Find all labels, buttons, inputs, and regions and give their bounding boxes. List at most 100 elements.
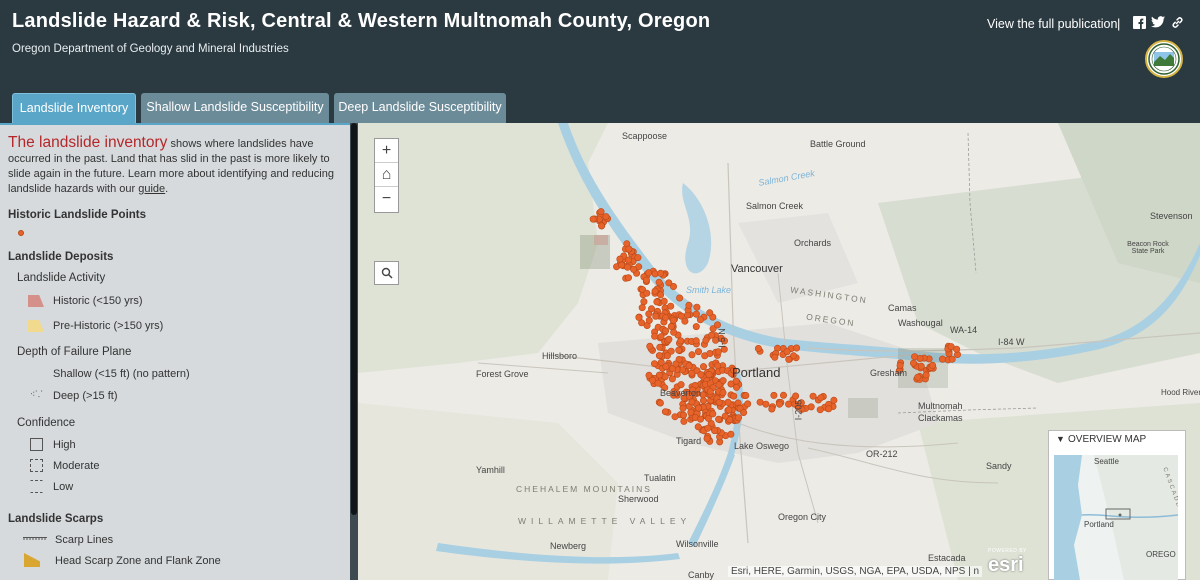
landslide-point[interactable] (953, 345, 961, 353)
landslide-point[interactable] (660, 297, 668, 305)
landslide-point[interactable] (714, 348, 722, 356)
overview-map[interactable]: Seattle Portland OREGO CASCADE (1054, 455, 1178, 580)
landslide-point[interactable] (589, 215, 597, 223)
landslide-point[interactable] (740, 408, 748, 416)
landslide-point[interactable] (694, 404, 702, 412)
landslide-point[interactable] (792, 392, 800, 400)
landslide-point[interactable] (713, 362, 721, 370)
landslide-point[interactable] (785, 400, 793, 408)
landslide-point[interactable] (624, 256, 632, 264)
scrollbar-thumb[interactable] (351, 123, 357, 515)
landslide-point[interactable] (688, 351, 696, 359)
overview-map-title[interactable]: OVERVIEW MAP (1068, 434, 1146, 445)
landslide-point[interactable] (598, 222, 606, 230)
landslide-point[interactable] (809, 392, 817, 400)
zoom-in-button[interactable]: + (375, 139, 398, 163)
landslide-point[interactable] (662, 363, 670, 371)
landslide-point[interactable] (770, 391, 778, 399)
landslide-point[interactable] (825, 405, 833, 413)
landslide-point[interactable] (699, 397, 707, 405)
landslide-point[interactable] (651, 332, 659, 340)
landslide-point[interactable] (699, 363, 707, 371)
landslide-point[interactable] (662, 327, 670, 335)
landslide-point[interactable] (657, 291, 665, 299)
landslide-point[interactable] (709, 410, 717, 418)
landslide-point[interactable] (656, 399, 664, 407)
landslide-point[interactable] (676, 294, 684, 302)
landslide-point[interactable] (685, 301, 693, 309)
landslide-point[interactable] (713, 321, 721, 329)
landslide-point[interactable] (817, 394, 825, 402)
landslide-point[interactable] (679, 404, 687, 412)
landslide-point[interactable] (694, 423, 702, 431)
landslide-point[interactable] (671, 413, 679, 421)
search-button[interactable] (374, 261, 399, 285)
landslide-point[interactable] (696, 415, 704, 423)
landslide-point[interactable] (703, 435, 711, 443)
landslide-point[interactable] (623, 263, 631, 271)
landslide-point[interactable] (715, 415, 723, 423)
landslide-point[interactable] (667, 347, 675, 355)
landslide-point[interactable] (685, 362, 693, 370)
landslide-point[interactable] (724, 398, 732, 406)
landslide-point[interactable] (694, 348, 702, 356)
tab-landslide-inventory[interactable]: Landslide Inventory (12, 93, 136, 123)
landslide-point[interactable] (657, 269, 665, 277)
zoom-out-button[interactable]: − (375, 187, 398, 211)
landslide-point[interactable] (680, 417, 688, 425)
landslide-point[interactable] (727, 430, 735, 438)
landslide-point[interactable] (656, 343, 664, 351)
facebook-icon[interactable] (1132, 16, 1146, 30)
landslide-point[interactable] (754, 345, 762, 353)
landslide-point[interactable] (625, 245, 633, 253)
landslide-point[interactable] (650, 360, 658, 368)
landslide-point[interactable] (667, 323, 675, 331)
landslide-point[interactable] (783, 348, 791, 356)
publication-link[interactable]: View the full publication (987, 17, 1117, 31)
landslide-point[interactable] (645, 316, 653, 324)
landslide-point[interactable] (914, 373, 922, 381)
chevron-down-icon[interactable]: ▼ (1056, 434, 1065, 444)
landslide-point[interactable] (651, 287, 659, 295)
landslide-point[interactable] (669, 316, 677, 324)
landslide-point[interactable] (672, 360, 680, 368)
twitter-icon[interactable] (1151, 16, 1165, 30)
landslide-point[interactable] (661, 373, 669, 381)
landslide-point[interactable] (647, 305, 655, 313)
landslide-point[interactable] (793, 344, 801, 352)
landslide-point[interactable] (948, 355, 956, 363)
landslide-point[interactable] (756, 398, 764, 406)
landslide-point[interactable] (630, 265, 638, 273)
landslide-point[interactable] (635, 313, 643, 321)
landslide-point[interactable] (667, 302, 675, 310)
landslide-point[interactable] (697, 371, 705, 379)
landslide-point[interactable] (807, 403, 815, 411)
landslide-point[interactable] (657, 333, 665, 341)
landslide-point[interactable] (665, 335, 673, 343)
landslide-point[interactable] (597, 208, 605, 216)
landslide-point[interactable] (640, 298, 648, 306)
landslide-point[interactable] (670, 328, 678, 336)
landslide-point[interactable] (779, 391, 787, 399)
landslide-point[interactable] (730, 392, 738, 400)
tab-deep-landslide-susceptibility[interactable]: Deep Landslide Susceptibility (334, 93, 506, 123)
landslide-point[interactable] (734, 414, 742, 422)
landslide-point[interactable] (706, 350, 714, 358)
landslide-point[interactable] (688, 398, 696, 406)
landslide-point[interactable] (652, 312, 660, 320)
landslide-point[interactable] (732, 383, 740, 391)
landslide-point[interactable] (929, 361, 937, 369)
landslide-point[interactable] (645, 269, 653, 277)
landslide-point[interactable] (681, 317, 689, 325)
landslide-point[interactable] (653, 298, 661, 306)
tab-shallow-landslide-susceptibility[interactable]: Shallow Landslide Susceptibility (141, 93, 329, 123)
landslide-point[interactable] (938, 355, 946, 363)
landslide-point[interactable] (616, 255, 624, 263)
landslide-point[interactable] (618, 261, 626, 269)
sidebar-scrollbar[interactable] (350, 123, 358, 580)
landslide-point[interactable] (638, 304, 646, 312)
landslide-point[interactable] (785, 355, 793, 363)
landslide-point[interactable] (719, 389, 727, 397)
landslide-point[interactable] (654, 379, 662, 387)
landslide-point[interactable] (655, 352, 663, 360)
